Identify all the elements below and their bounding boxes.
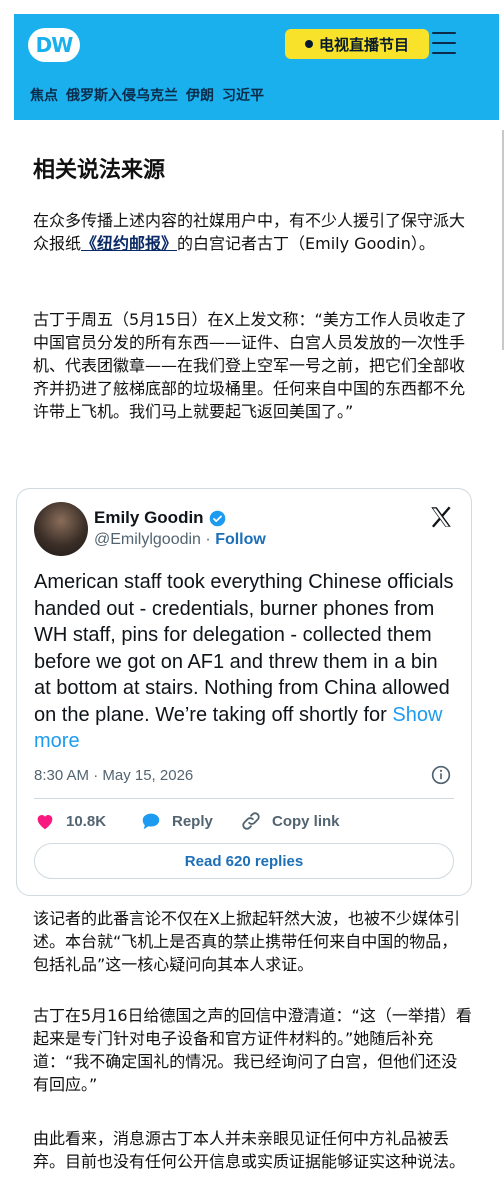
copy-link-button[interactable]: Copy link: [240, 810, 340, 832]
tweet-author-name: Emily Goodin: [94, 508, 204, 527]
read-replies-button[interactable]: Read 620 replies: [34, 843, 454, 879]
paragraph-1: 在众多传播上述内容的社媒用户中，有不少人援引了保守派大众报纸《纽约邮报》的白宫记…: [33, 209, 473, 255]
like-count: 10.8K: [66, 812, 107, 830]
tweet-handle[interactable]: @Emilylgoodin: [94, 531, 201, 548]
tweet-handle-line: @Emilylgoodin · Follow: [94, 531, 266, 549]
tweet-author[interactable]: Emily Goodin: [94, 508, 226, 528]
paragraph-3: 该记者的此番言论不仅在X上掀起轩然大波，也被不少媒体引述。本台就“飞机上是否真的…: [33, 909, 460, 974]
paragraph-5: 由此看来，消息源古丁本人并未亲眼见证任何中方礼品被丢弃。目前也没有任何公开信息或…: [33, 1129, 466, 1171]
heart-icon: [37, 815, 53, 830]
tweet-divider: [34, 798, 454, 799]
info-icon[interactable]: [431, 765, 451, 785]
live-tv-button[interactable]: 电视直播节目: [285, 29, 429, 59]
tweet-actions: 10.8K Reply Copy link: [34, 810, 454, 834]
avatar[interactable]: [34, 502, 88, 556]
live-tv-label: 电视直播节目: [318, 35, 409, 54]
paragraph-4: 古丁在5月16日给德国之声的回信中澄清道：“这（一举措）看起来是专门针对电子设备…: [33, 1006, 472, 1094]
link-icon: [242, 812, 260, 830]
embedded-tweet[interactable]: Emily Goodin @Emilylgoodin · Follow Amer…: [16, 488, 472, 896]
nav-item-iran[interactable]: 伊朗: [186, 85, 214, 105]
dw-logo[interactable]: DW: [28, 28, 80, 62]
live-dot-icon: [304, 40, 313, 48]
section-heading: 相关说法来源: [33, 158, 166, 183]
tweet-timestamp[interactable]: 8:30 AM · May 15, 2026: [34, 767, 193, 784]
follow-button[interactable]: Follow: [215, 531, 266, 548]
copy-link-label: Copy link: [272, 812, 340, 830]
nav-item-ukraine[interactable]: 俄罗斯入侵乌克兰: [66, 85, 178, 105]
x-logo-icon[interactable]: [428, 504, 454, 530]
reply-bubble-icon: [142, 813, 160, 830]
nav-item-xi[interactable]: 习近平: [222, 85, 264, 105]
nav-focus-label: 焦点: [30, 88, 58, 104]
reply-button[interactable]: Reply: [140, 810, 213, 832]
handle-separator: ·: [205, 531, 211, 548]
reply-label: Reply: [172, 812, 213, 830]
paragraph-2: 古丁于周五（5月15日）在X上发文称：“美方工作人员收走了中国官员分发的所有东西…: [33, 310, 467, 421]
menu-icon[interactable]: [432, 32, 456, 54]
site-header: DW 电视直播节目 焦点 俄罗斯入侵乌克兰 伊朗 习近平: [14, 14, 499, 120]
topic-nav: 焦点 俄罗斯入侵乌克兰 伊朗 习近平: [30, 85, 264, 105]
tweet-body: American staff took everything Chinese o…: [34, 571, 454, 726]
verified-badge-icon: [209, 510, 225, 526]
tweet-text: American staff took everything Chinese o…: [34, 569, 459, 755]
p1-text-b: 的白宫记者古丁（Emily Goodin）。: [177, 234, 435, 253]
new-york-post-link[interactable]: 《纽约邮报》: [81, 234, 177, 253]
like-button[interactable]: 10.8K: [34, 810, 106, 832]
